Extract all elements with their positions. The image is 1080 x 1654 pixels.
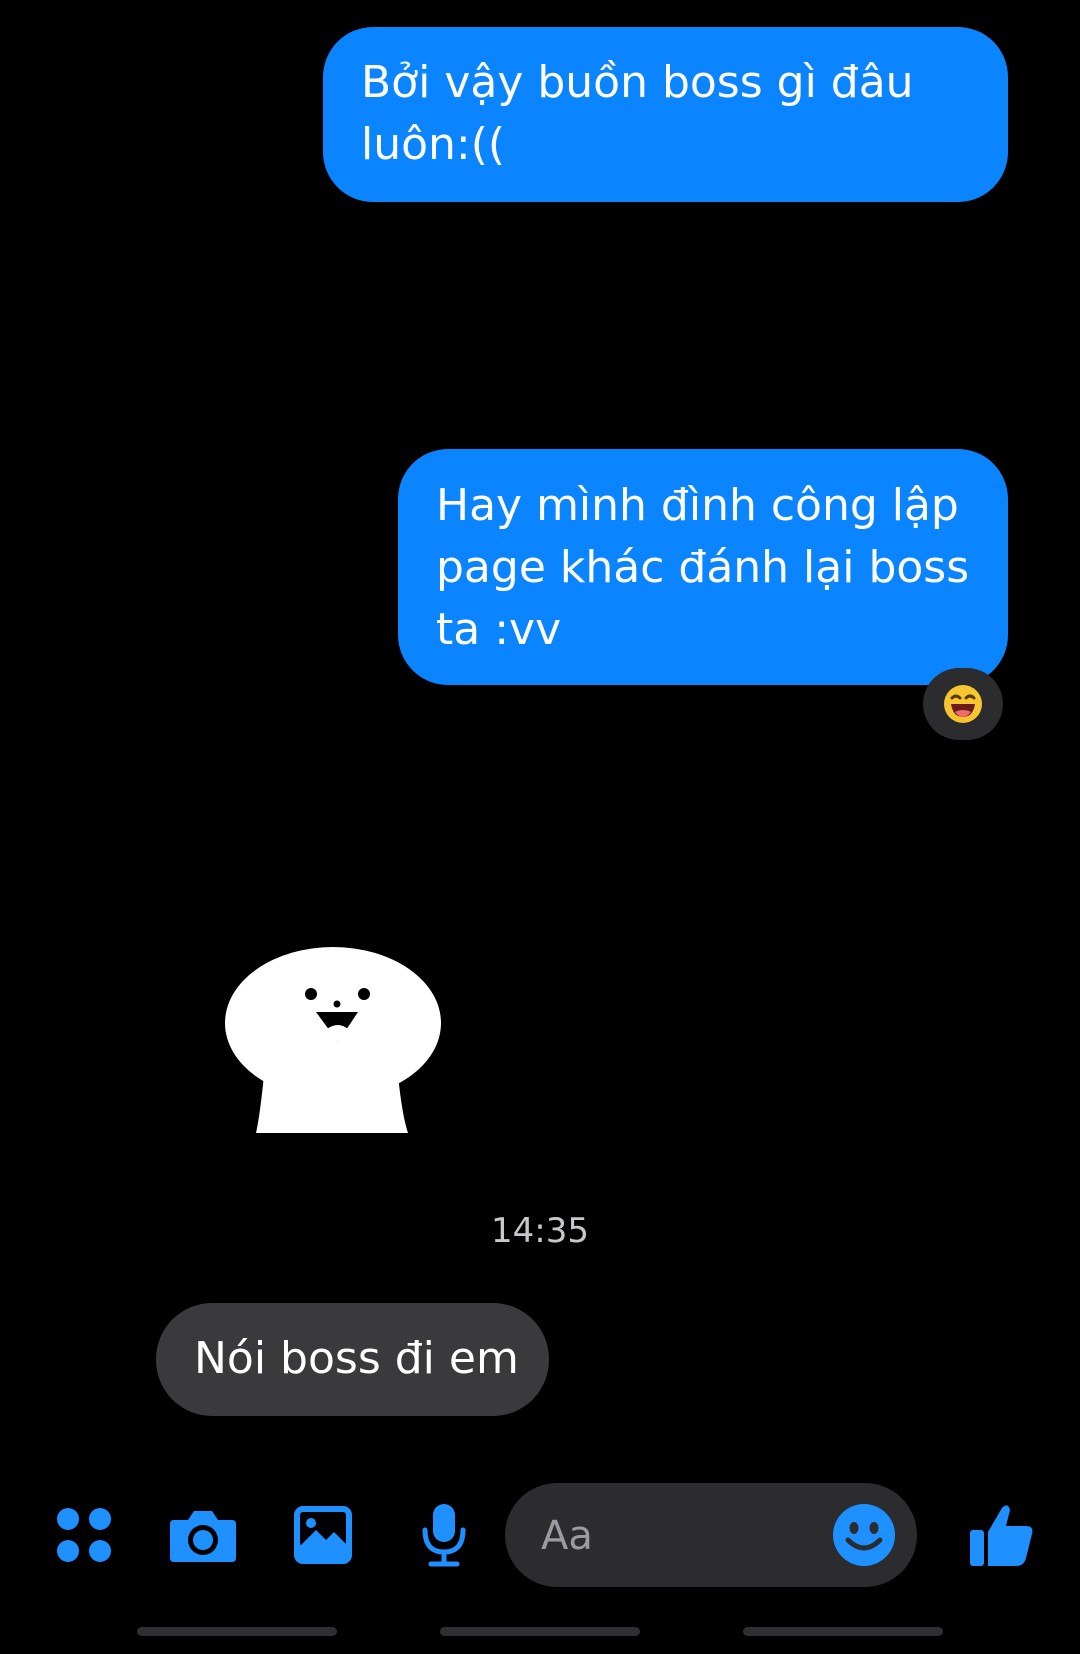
message-input[interactable] <box>539 1507 813 1565</box>
smiling-blob-sticker[interactable] <box>222 945 444 1135</box>
voice-message-button[interactable] <box>416 1480 472 1590</box>
menu-dots-icon <box>57 1508 111 1562</box>
emoji-icon[interactable] <box>831 1502 897 1568</box>
microphone-icon <box>422 1504 466 1567</box>
reaction-badge[interactable] <box>923 668 1003 740</box>
nav-bar-center <box>440 1627 640 1636</box>
message-timestamp: 14:35 <box>491 1211 589 1251</box>
incoming-message-bubble[interactable]: Nói boss đi em <box>156 1303 549 1416</box>
camera-icon <box>170 1511 236 1562</box>
laughing-emoji-icon <box>944 685 982 723</box>
outgoing-message-bubble[interactable]: Hay mình đình công lập page khác đánh lạ… <box>398 449 1008 685</box>
outgoing-message-bubble[interactable]: Bởi vậy buồn boss gì đâu luôn:(( <box>323 27 1008 202</box>
thumbs-up-icon <box>970 1505 1033 1566</box>
like-button[interactable] <box>966 1480 1038 1590</box>
gallery-button[interactable] <box>290 1480 356 1590</box>
camera-button[interactable] <box>166 1480 240 1590</box>
nav-bar-right <box>743 1627 943 1636</box>
message-input-container <box>505 1483 917 1587</box>
nav-bar-left <box>137 1627 337 1636</box>
composer-bar <box>0 1480 1080 1590</box>
menu-button[interactable] <box>50 1480 118 1590</box>
gallery-icon <box>294 1506 352 1564</box>
